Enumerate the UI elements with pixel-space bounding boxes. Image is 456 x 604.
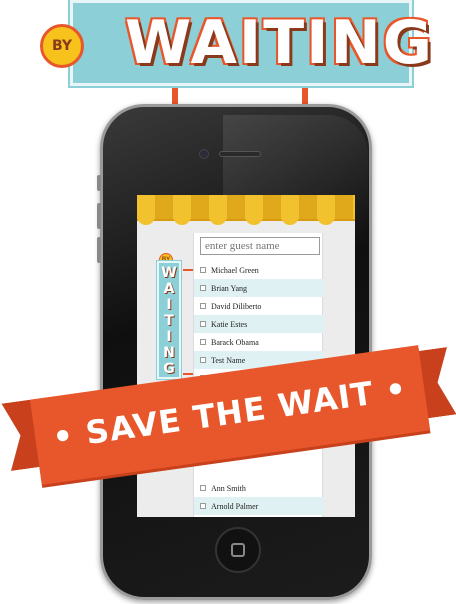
checkbox-icon[interactable] (200, 339, 206, 345)
mini-sign-letters: W A I T I N G (161, 265, 177, 377)
volume-up-button (97, 203, 101, 229)
sign-title: WAITING (125, 8, 434, 78)
awning-scallop (317, 213, 335, 225)
guest-name: Michael Green (211, 265, 259, 275)
guest-name: Barack Obama (211, 337, 259, 347)
guest-name: Ann Smith (211, 483, 246, 493)
guest-name-input[interactable] (200, 237, 320, 255)
guest-list-lower: Ann Smith Arnold Palmer (194, 479, 324, 515)
guest-row[interactable]: Ann Smith (194, 479, 324, 497)
phone-screen: BY W A I T I N G Michael GreenBrian Yang… (137, 195, 355, 517)
guest-row[interactable]: Brian Yang (194, 279, 324, 297)
guest-name: Test Name (211, 355, 246, 365)
guest-row[interactable]: Barack Obama (194, 333, 324, 351)
by-badge: BY (40, 24, 84, 68)
checkbox-icon[interactable] (200, 503, 206, 509)
checkbox-icon[interactable] (200, 485, 206, 491)
home-button-icon (231, 543, 245, 557)
mute-switch (97, 175, 101, 191)
guest-name: David Diliberto (211, 301, 262, 311)
awning-scallop (173, 213, 191, 225)
checkbox-icon[interactable] (200, 267, 206, 273)
awning-scallop (281, 213, 299, 225)
guest-name: Arnold Palmer (211, 501, 259, 511)
mini-sign-rope (183, 373, 193, 375)
awning-scallop (209, 213, 227, 225)
guest-row[interactable]: Katie Estes (194, 315, 324, 333)
mini-waiting-sign: W A I T I N G (156, 260, 182, 380)
checkbox-icon[interactable] (200, 321, 206, 327)
mini-sign-rope (183, 269, 193, 271)
awning-scallop (245, 213, 263, 225)
phone-device: BY W A I T I N G Michael GreenBrian Yang… (97, 104, 372, 600)
checkbox-icon[interactable] (200, 303, 206, 309)
awning-scallop (137, 213, 155, 225)
earpiece-speaker (219, 151, 261, 157)
front-camera (199, 149, 209, 159)
volume-down-button (97, 237, 101, 263)
guest-row[interactable]: Arnold Palmer (194, 497, 324, 515)
guest-name: Brian Yang (211, 283, 248, 293)
checkbox-icon[interactable] (200, 357, 206, 363)
home-button[interactable] (215, 527, 261, 573)
checkbox-icon[interactable] (200, 285, 206, 291)
guest-row[interactable]: David Diliberto (194, 297, 324, 315)
guest-name: Katie Estes (211, 319, 248, 329)
waiting-sign: WAITING (68, 0, 434, 88)
guest-row[interactable]: Michael Green (194, 261, 324, 279)
